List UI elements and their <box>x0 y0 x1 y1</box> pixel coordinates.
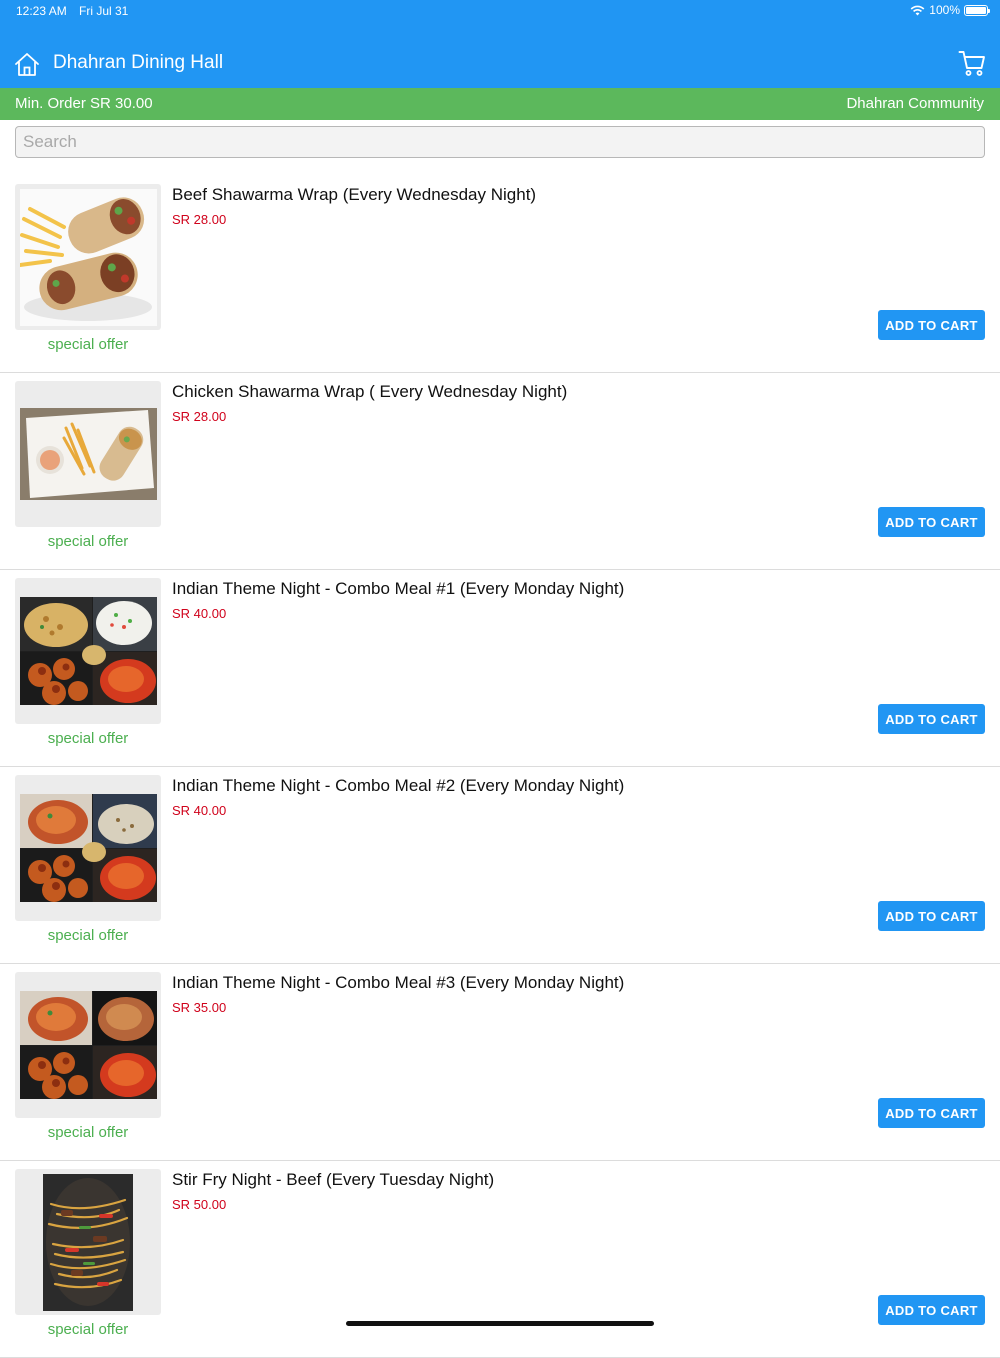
menu-item[interactable]: special offer Beef Shawarma Wrap (Every … <box>0 176 1000 373</box>
item-price: SR 40.00 <box>172 606 227 621</box>
item-image[interactable] <box>15 381 161 527</box>
item-price: SR 40.00 <box>172 803 227 818</box>
info-bar: Min. Order SR 30.00 Dhahran Community <box>0 88 1000 120</box>
item-title[interactable]: Indian Theme Night - Combo Meal #2 (Ever… <box>172 776 624 796</box>
menu-list: special offer Beef Shawarma Wrap (Every … <box>0 176 1000 1358</box>
item-image[interactable] <box>15 775 161 921</box>
special-offer-badge: special offer <box>47 336 129 353</box>
add-to-cart-button[interactable]: ADD TO CART <box>878 1295 985 1325</box>
home-indicator[interactable] <box>346 1321 654 1326</box>
search-input[interactable] <box>15 126 985 158</box>
special-offer-badge: special offer <box>47 730 129 747</box>
item-price: SR 28.00 <box>172 409 227 424</box>
item-title[interactable]: Chicken Shawarma Wrap ( Every Wednesday … <box>172 382 567 402</box>
add-to-cart-button[interactable]: ADD TO CART <box>878 507 985 537</box>
add-to-cart-button[interactable]: ADD TO CART <box>878 1098 985 1128</box>
special-offer-badge: special offer <box>47 1321 129 1338</box>
status-date: Fri Jul 31 <box>79 4 129 18</box>
menu-item[interactable]: special offer Indian Theme Night - Combo… <box>0 570 1000 767</box>
add-to-cart-button[interactable]: ADD TO CART <box>878 704 985 734</box>
status-time: 12:23 AM <box>16 4 67 18</box>
special-offer-badge: special offer <box>47 533 129 550</box>
battery-icon <box>964 4 990 16</box>
item-title[interactable]: Stir Fry Night - Beef (Every Tuesday Nig… <box>172 1170 494 1190</box>
cart-icon[interactable] <box>958 49 986 77</box>
item-image[interactable] <box>15 1169 161 1315</box>
menu-item[interactable]: special offer Stir Fry Night - Beef (Eve… <box>0 1161 1000 1358</box>
item-price: SR 28.00 <box>172 212 227 227</box>
menu-item[interactable]: special offer Indian Theme Night - Combo… <box>0 767 1000 964</box>
special-offer-badge: special offer <box>47 1124 129 1141</box>
community-label: Dhahran Community <box>846 95 984 112</box>
special-offer-badge: special offer <box>47 927 129 944</box>
item-price: SR 50.00 <box>172 1197 227 1212</box>
item-image[interactable] <box>15 184 161 330</box>
battery-percent: 100% <box>929 3 960 17</box>
app-title: Dhahran Dining Hall <box>53 52 224 73</box>
add-to-cart-button[interactable]: ADD TO CART <box>878 901 985 931</box>
item-title[interactable]: Beef Shawarma Wrap (Every Wednesday Nigh… <box>172 185 536 205</box>
status-indicators: 100% <box>910 3 990 17</box>
menu-item[interactable]: special offer Indian Theme Night - Combo… <box>0 964 1000 1161</box>
item-title[interactable]: Indian Theme Night - Combo Meal #1 (Ever… <box>172 579 624 599</box>
add-to-cart-button[interactable]: ADD TO CART <box>878 310 985 340</box>
item-image[interactable] <box>15 578 161 724</box>
item-title[interactable]: Indian Theme Night - Combo Meal #3 (Ever… <box>172 973 624 993</box>
home-icon[interactable] <box>14 51 40 77</box>
min-order-label: Min. Order SR 30.00 <box>15 95 153 112</box>
item-image[interactable] <box>15 972 161 1118</box>
top-bar: 12:23 AM Fri Jul 31 100% Dhahran Dining … <box>0 0 1000 88</box>
menu-item[interactable]: special offer Chicken Shawarma Wrap ( Ev… <box>0 373 1000 570</box>
wifi-icon <box>910 5 925 15</box>
item-price: SR 35.00 <box>172 1000 227 1015</box>
